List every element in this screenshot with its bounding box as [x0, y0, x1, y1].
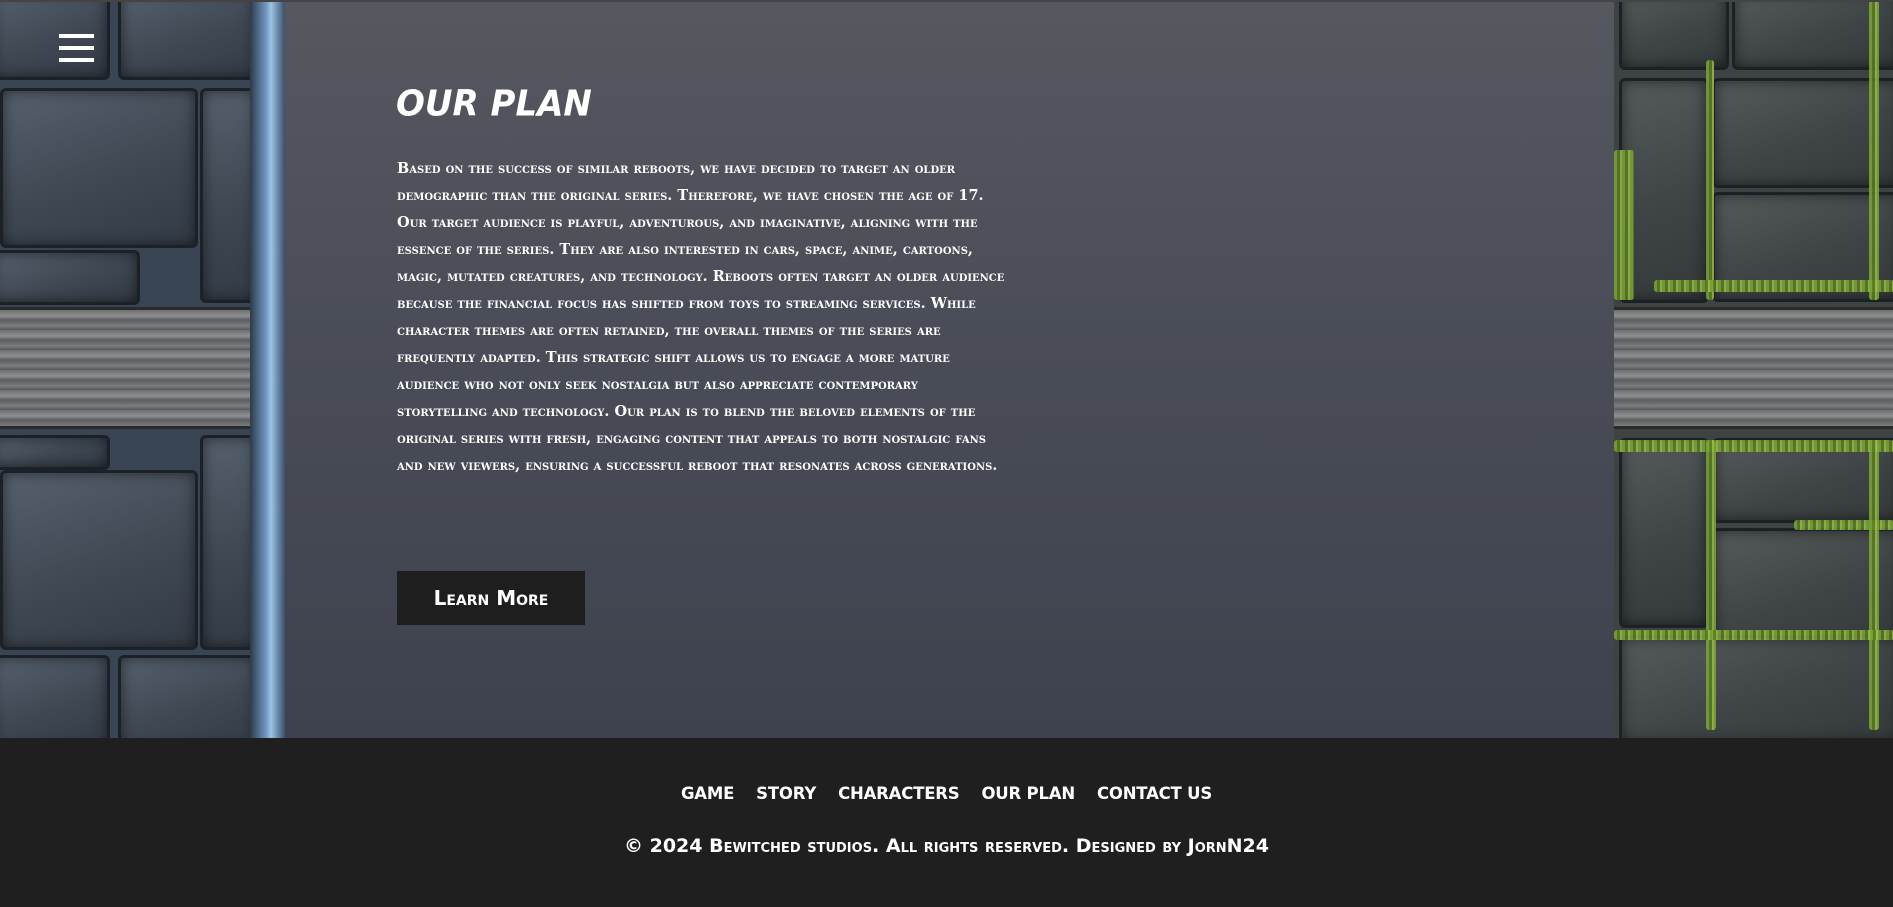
hamburger-bar: [59, 34, 94, 38]
metal-rail: [0, 307, 285, 429]
page-title: OUR PLAN: [396, 83, 592, 125]
footer: GAME STORY CHARACTERS OUR PLAN CONTACT U…: [0, 738, 1893, 907]
metal-plate: [0, 470, 198, 650]
footer-link-story[interactable]: STORY: [745, 784, 827, 803]
blue-metal-strip: [250, 0, 285, 738]
metal-plate: [0, 435, 110, 470]
footer-link-game[interactable]: GAME: [670, 784, 745, 803]
right-metal-panel: [1614, 0, 1893, 738]
metal-plate: [1619, 438, 1709, 628]
metal-plate: [0, 250, 140, 305]
hamburger-bar: [59, 46, 94, 50]
metal-plate: [0, 88, 198, 248]
hamburger-bar: [59, 58, 94, 62]
moss: [1706, 440, 1716, 730]
left-metal-panel: [0, 0, 285, 738]
moss: [1614, 440, 1893, 452]
footer-link-our-plan[interactable]: OUR PLAN: [970, 784, 1085, 803]
moss: [1614, 630, 1893, 640]
metal-plate: [1712, 78, 1893, 188]
hamburger-menu-icon[interactable]: [59, 34, 94, 62]
metal-plate: [1619, 635, 1893, 738]
metal-plate: [0, 655, 110, 738]
moss: [1869, 440, 1879, 730]
metal-plate: [118, 655, 258, 738]
metal-rail: [1614, 307, 1893, 429]
footer-link-characters[interactable]: CHARACTERS: [827, 784, 970, 803]
footer-link-contact-us[interactable]: CONTACT US: [1086, 784, 1223, 803]
top-border: [0, 0, 1893, 2]
learn-more-button[interactable]: Learn More: [397, 571, 585, 625]
plan-description: Based on the success of similar reboots,…: [397, 160, 1005, 474]
copyright-text: © 2024 Bewitched studios. All rights res…: [624, 835, 1269, 857]
footer-nav: GAME STORY CHARACTERS OUR PLAN CONTACT U…: [0, 784, 1893, 803]
moss: [1614, 150, 1634, 300]
moss: [1654, 280, 1893, 292]
metal-plate: [118, 0, 258, 80]
moss: [1706, 60, 1714, 300]
moss: [1869, 0, 1879, 300]
